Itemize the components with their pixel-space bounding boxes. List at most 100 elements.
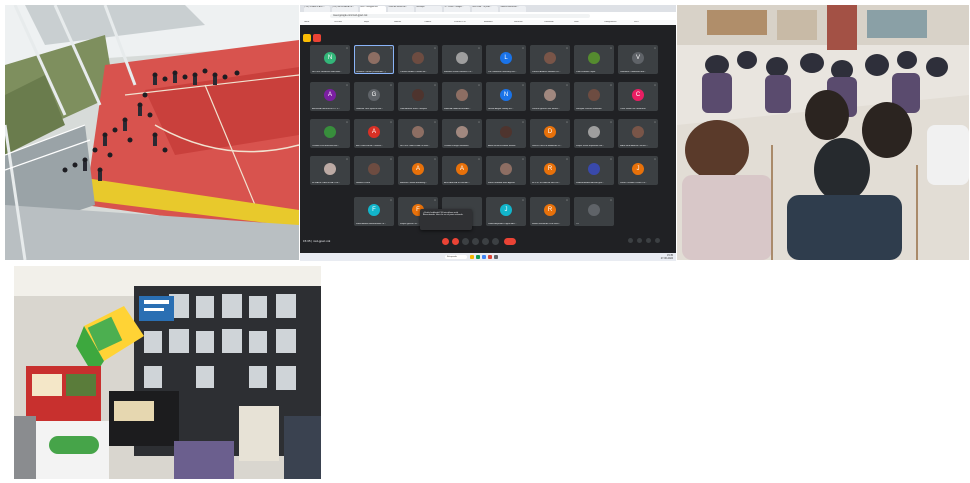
participant-name: Javier Osvaldo Castro Ca... (620, 182, 647, 184)
info-icon[interactable] (628, 238, 633, 243)
participant-avatar: A (324, 89, 336, 101)
bookmark-item[interactable]: Traducir (424, 21, 454, 24)
participant-tile[interactable]: D × DIEGO FELIPE RAMÍREZ R... (530, 119, 570, 148)
camera-off-icon[interactable] (452, 238, 459, 245)
participant-tile[interactable]: A × ANDREA DAVIDA SOTO V... (310, 82, 350, 111)
participant-photo (588, 52, 600, 64)
participant-tile[interactable]: × Sorayda Pereira González (574, 82, 614, 111)
participant-tile[interactable]: × Anita Nicole Escobar Muñoz (486, 119, 526, 148)
photo-exhibition (14, 266, 321, 479)
app-icon[interactable] (488, 255, 492, 259)
bookmark-item[interactable]: Configuración (604, 21, 634, 24)
bookmark-item[interactable]: Recursos (514, 21, 544, 24)
mic-muted-icon: × (610, 46, 612, 50)
participant-tile[interactable]: N × Nicole Abigail Godoy Ro... (486, 82, 526, 111)
chrome-icon[interactable] (476, 255, 480, 259)
participant-tile[interactable]: × Claudia Paz Marchant Mo... (310, 119, 350, 148)
participant-photo (412, 89, 424, 101)
app-icon[interactable] (494, 255, 498, 259)
bookmark-item[interactable]: Classroom (544, 21, 574, 24)
participant-tile[interactable]: C × Carla Isabel Gil Zamorano (618, 82, 658, 111)
people-icon[interactable] (637, 238, 642, 243)
participant-name: Carla Isabel Gil Zamorano (620, 108, 646, 110)
mic-muted-icon: × (566, 157, 568, 161)
participant-avatar: J (500, 204, 512, 216)
participant-tile[interactable]: × Giuliana Carrillo (Presentan...) (354, 45, 394, 74)
participant-tile[interactable]: × Lidia Andrea Sáez Vásquez (398, 82, 438, 111)
participant-avatar: R (544, 204, 556, 216)
mic-off-icon[interactable] (442, 238, 449, 245)
mic-muted-icon: × (566, 46, 568, 50)
bookmark-item[interactable]: YouTube (334, 21, 364, 24)
mic-muted-icon: × (654, 157, 656, 161)
participant-tile[interactable]: × Natalia Lucero (354, 156, 394, 185)
participant-name: Lus Guillermo Geovany Rui... (488, 71, 517, 73)
participant-photo (544, 52, 556, 64)
participant-photo (588, 204, 600, 216)
participant-tile[interactable]: × Mariana Gisele Ramírez Ca... (442, 45, 482, 74)
photo-audience (677, 5, 969, 260)
mic-muted-icon: × (478, 157, 480, 161)
participant-name: Mariana Gisele Ramírez Ca... (444, 71, 473, 73)
participant-tile[interactable]: N × NICOLE GENESIS MEDINA... (310, 45, 350, 74)
participant-avatar: L (500, 52, 512, 64)
participant-tile[interactable]: × RAUL ALEJANDRO ROA L... (618, 119, 658, 148)
participant-tile[interactable]: × ROSALIE CAROLINA TOR... (310, 156, 350, 185)
participant-tile[interactable]: A × ALEXANDRA SOLEDAD... (442, 156, 482, 185)
participant-tile[interactable]: J × Javier Osvaldo Castro Ca... (618, 156, 658, 185)
mic-muted-icon: × (346, 46, 348, 50)
participant-tile[interactable]: × Felipe Josue Espinoza Gar... (574, 119, 614, 148)
participant-tile[interactable]: F × Febe Andrea Bahamonde Zu... (354, 197, 394, 226)
participant-name: Rafael Fernando Cruz Mun... (532, 223, 561, 225)
activities-icon[interactable] (655, 238, 660, 243)
participant-tile[interactable]: G × Gonzalo José Ignacio Mor... (354, 82, 394, 111)
file-explorer-icon[interactable] (470, 255, 474, 259)
participant-tile[interactable]: R × ROCIO SOLANGE REYES... (530, 156, 570, 185)
participant-tile[interactable]: A × ANTONELLA BETTINA M... (354, 119, 394, 148)
bookmark-item[interactable]: PREPA CCFI (454, 21, 484, 24)
raise-hand-icon[interactable] (472, 238, 479, 245)
present-icon[interactable] (482, 238, 489, 245)
participant-tile[interactable]: V × Valentina Cuadrante Mar... (618, 45, 658, 74)
bookmark-item[interactable]: Drive (574, 21, 604, 24)
participant-tile[interactable]: × Javiera Ignacia San Martín... (530, 82, 570, 111)
bookmark-item[interactable]: Biblioteca (484, 21, 514, 24)
bookmark-item[interactable]: Noticias (394, 21, 424, 24)
participant-tile[interactable]: × NICOLE CAROLINA VICIÑA... (398, 119, 438, 148)
participant-tile[interactable]: A × Bárbara Camila Bombarig... (398, 156, 438, 185)
participant-name: NICOLE CAROLINA VICIÑA... (400, 145, 430, 147)
participant-tile[interactable]: R × Rafael Fernando Cruz Mun... (530, 197, 570, 226)
participant-tile[interactable]: × María Soledad Ríos Aguirre (486, 156, 526, 185)
participant-name: María Soledad Ríos Aguirre (488, 182, 515, 184)
url-field[interactable]: meet.google.com/nxd-gpwr-mk (330, 14, 590, 18)
bookmark-item[interactable]: WPS (634, 21, 664, 24)
participant-name: Sorayda Pereira González (576, 108, 602, 110)
participant-photo (456, 126, 468, 138)
more-options-icon[interactable] (492, 238, 499, 245)
taskbar-search[interactable]: Búsqueda (445, 255, 467, 259)
participant-tile[interactable]: × Patricia Andrea Saldaña Lo... (530, 45, 570, 74)
leave-call-button[interactable] (504, 238, 516, 245)
participant-tile[interactable]: L × Lus Guillermo Geovany Rui... (486, 45, 526, 74)
participant-name: NICOLE GENESIS MEDINA... (312, 71, 342, 73)
edge-icon[interactable] (482, 255, 486, 259)
bookmark-item[interactable]: Maps (364, 21, 394, 24)
bookmark-item[interactable]: Gmail (304, 21, 334, 24)
participant-avatar: N (500, 89, 512, 101)
participant-name: ROCIO SOLANGE REYES... (532, 182, 561, 184)
participant-tile[interactable]: × Claudia Zúñiga Gonzalez (442, 119, 482, 148)
participant-avatar: A (368, 126, 380, 138)
participant-tile[interactable]: × Isabela Andrea Acosta gua... (574, 156, 614, 185)
participant-tile[interactable]: × Juan Esteban Tapia (574, 45, 614, 74)
participant-tile[interactable]: × KARINA GABRIELA MAR... (442, 82, 482, 111)
captions-icon[interactable] (462, 238, 469, 245)
participant-photo (412, 52, 424, 64)
mic-muted-icon: × (566, 198, 568, 202)
participant-name: Nicole Abigail Godoy Ro... (488, 108, 514, 110)
participant-tile[interactable]: × Tú (574, 197, 614, 226)
participant-name: Natalia Lucero (356, 182, 371, 184)
participant-tile[interactable]: × Yuriana Heberí Castillo Br... (398, 45, 438, 74)
participant-tile[interactable]: J × Jamie Alejandra Olguín Ara... (486, 197, 526, 226)
participant-name: Juan Esteban Tapia (576, 71, 596, 73)
chat-icon[interactable] (646, 238, 651, 243)
